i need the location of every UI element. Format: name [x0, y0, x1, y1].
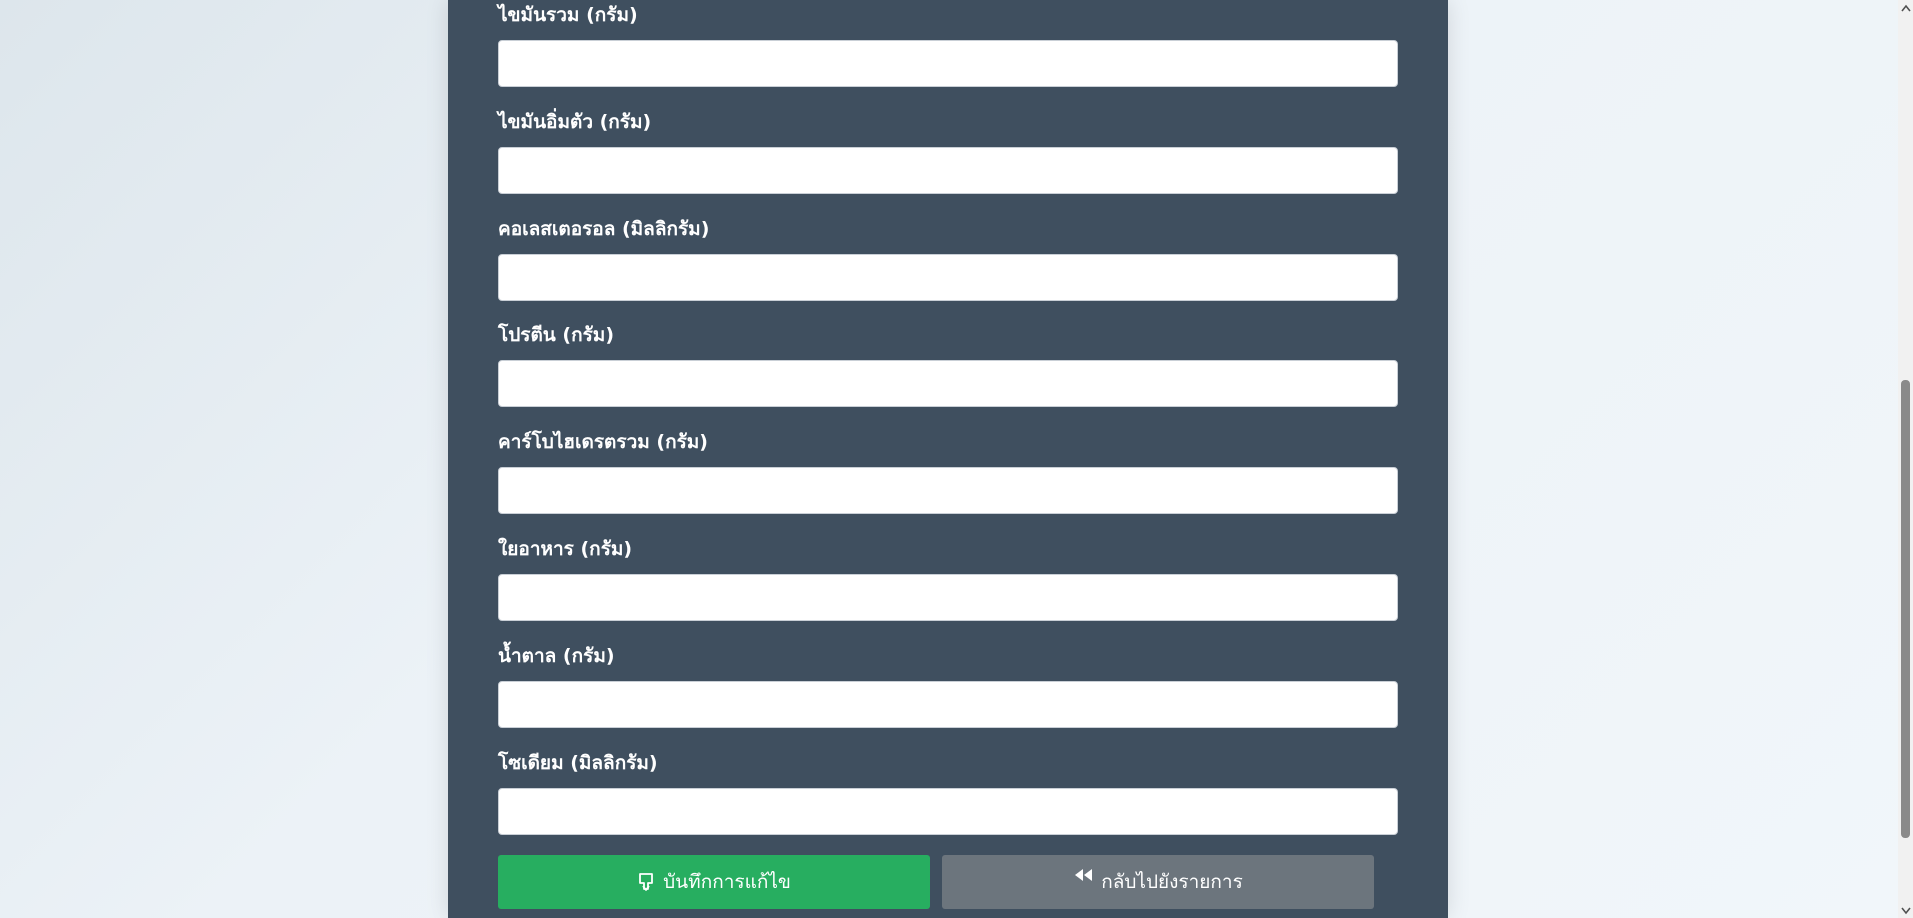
save-changes-label: บันทึกการแก้ไข — [663, 871, 791, 893]
field-label: น้ำตาล (กรัม) — [498, 645, 615, 667]
total-fat-input[interactable] — [498, 40, 1398, 87]
sugar-input[interactable] — [498, 681, 1398, 728]
field-label: ใยอาหาร (กรัม) — [498, 538, 633, 560]
back-to-list-button[interactable]: กลับไปยังรายการ — [942, 855, 1374, 909]
field-label: โปรตีน (กรัม) — [498, 324, 615, 346]
field-label: คาร์โบไฮเดรตรวม (กรัม) — [498, 431, 708, 453]
scroll-down-arrow-icon[interactable] — [1898, 903, 1913, 918]
cholesterol-input[interactable] — [498, 254, 1398, 301]
field-label: คอเลสเตอรอล (มิลลิกรัม) — [498, 218, 710, 240]
sodium-input[interactable] — [498, 788, 1398, 835]
form-panel: ไขมันรวม (กรัม) ไขมันอิ่มตัว (กรัม) คอเล… — [448, 0, 1448, 918]
saturated-fat-input[interactable] — [498, 147, 1398, 194]
back-to-list-label: กลับไปยังรายการ — [1101, 871, 1243, 893]
field-label: ไขมันอิ่มตัว (กรัม) — [498, 111, 652, 133]
total-carbohydrate-input[interactable] — [498, 467, 1398, 514]
protein-input[interactable] — [498, 360, 1398, 407]
save-changes-button[interactable]: บันทึกการแก้ไข — [498, 855, 930, 909]
rewind-icon — [1073, 867, 1093, 883]
save-icon — [637, 872, 655, 892]
scroll-up-arrow-icon[interactable] — [1898, 0, 1913, 15]
scrollbar-thumb[interactable] — [1901, 380, 1910, 838]
field-label: โซเดียม (มิลลิกรัม) — [498, 752, 658, 774]
page-scrollbar[interactable] — [1898, 0, 1913, 918]
dietary-fiber-input[interactable] — [498, 574, 1398, 621]
field-label: ไขมันรวม (กรัม) — [498, 4, 638, 26]
